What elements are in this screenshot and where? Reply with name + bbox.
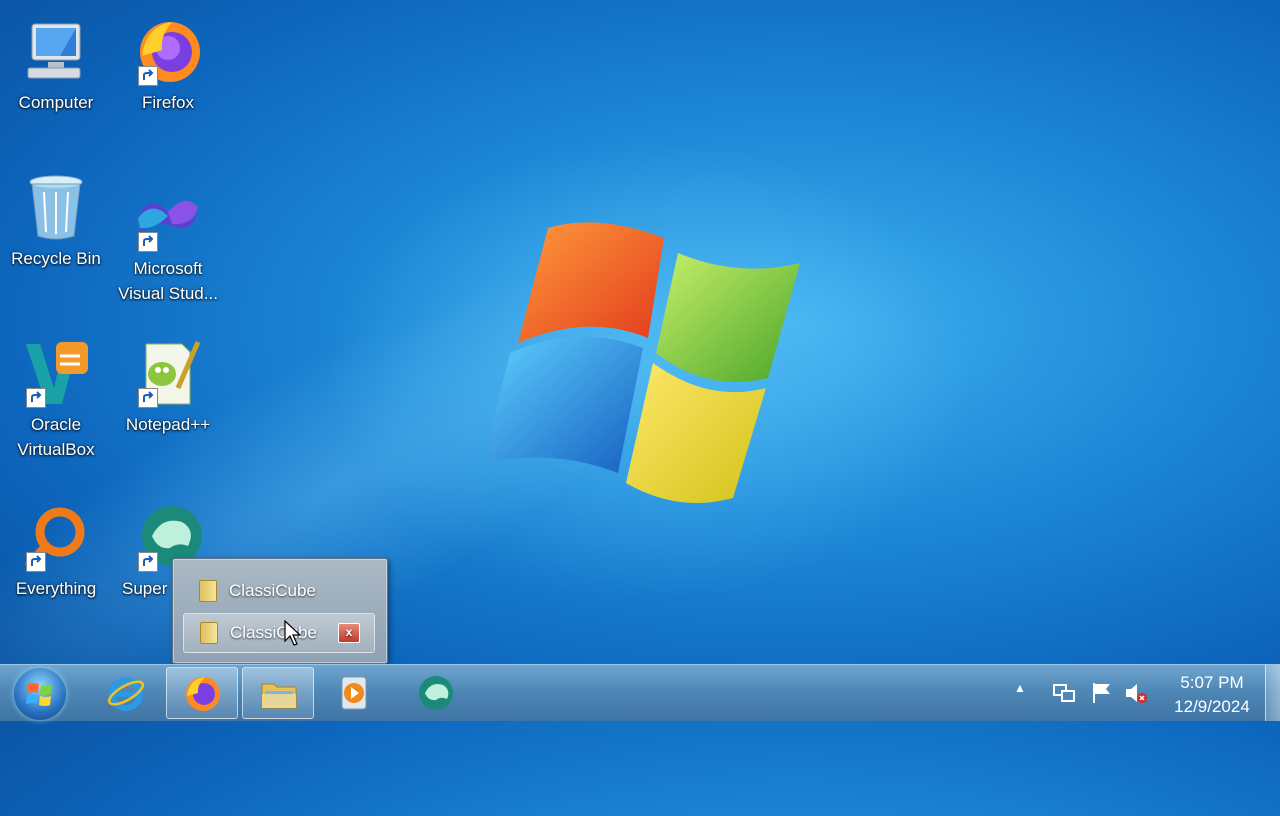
supercopier-icon — [419, 676, 453, 710]
clock-time: 5:07 PM — [1180, 673, 1244, 692]
taskbar-file-explorer[interactable] — [242, 667, 314, 719]
shortcut-arrow-icon — [138, 552, 158, 572]
desktop-icon-visual-studio[interactable]: Microsoft Visual Stud... — [112, 182, 224, 306]
icon-label-line-1: Microsoft — [133, 259, 203, 278]
icon-label: Recycle Bin — [11, 249, 101, 268]
shortcut-arrow-icon — [26, 388, 46, 408]
close-window-button[interactable]: x — [338, 623, 360, 643]
mouse-cursor-icon — [284, 620, 302, 646]
desktop-icon-virtualbox[interactable]: Oracle VirtualBox — [0, 338, 112, 462]
icon-label: Firefox — [142, 93, 194, 112]
desktop-icon-notepad-plus-plus[interactable]: Notepad++ — [112, 338, 224, 437]
icon-label: Notepad++ — [125, 415, 211, 434]
shortcut-arrow-icon — [138, 66, 158, 86]
icon-label: Everything — [15, 579, 97, 598]
window-item-classicube-2[interactable]: ClassiCube x — [183, 613, 375, 653]
show-desktop-button[interactable] — [1265, 665, 1280, 721]
shortcut-arrow-icon — [138, 388, 158, 408]
taskbar: ▲ 5:07 PM 12/9/2024 — [0, 664, 1280, 721]
shortcut-arrow-icon — [26, 552, 46, 572]
icon-label: Computer — [18, 93, 94, 112]
taskbar-window-list-popup: ClassiCube ClassiCube x — [172, 558, 388, 664]
start-button[interactable] — [14, 668, 66, 720]
media-player-icon — [341, 676, 367, 710]
window-item-classicube-1[interactable]: ClassiCube — [183, 571, 375, 611]
window-item-label: ClassiCube — [229, 581, 316, 600]
folder-icon — [199, 580, 217, 602]
show-hidden-icons-button[interactable]: ▲ — [1014, 681, 1026, 695]
shortcut-arrow-icon — [138, 232, 158, 252]
action-center-flag-icon[interactable] — [1090, 681, 1114, 710]
taskbar-firefox[interactable] — [166, 667, 238, 719]
clock-date: 12/9/2024 — [1174, 697, 1250, 716]
desktop-icon-firefox[interactable]: Firefox — [112, 16, 224, 115]
icon-label-line-2: Visual Stud... — [118, 284, 218, 303]
taskbar-internet-explorer[interactable] — [90, 667, 162, 719]
windows-logo — [483, 222, 800, 503]
windows-start-icon — [26, 683, 52, 706]
icon-label-line-2: VirtualBox — [17, 440, 95, 459]
desktop-icon-everything[interactable]: Everything — [0, 502, 112, 601]
recycle-bin-icon — [29, 175, 83, 240]
network-icon[interactable] — [1052, 681, 1076, 710]
computer-icon — [27, 23, 81, 79]
folder-icon — [261, 683, 297, 709]
desktop-icon-computer[interactable]: Computer — [0, 16, 112, 115]
icon-label-line-1: Oracle — [30, 415, 82, 434]
system-clock[interactable]: 5:07 PM 12/9/2024 — [1160, 671, 1264, 719]
internet-explorer-icon — [107, 677, 145, 711]
volume-muted-icon[interactable] — [1124, 681, 1148, 710]
taskbar-supercopier[interactable] — [400, 667, 472, 719]
taskbar-media-player[interactable] — [318, 667, 390, 719]
desktop-icon-recycle-bin[interactable]: Recycle Bin — [0, 172, 112, 271]
firefox-icon — [186, 677, 220, 711]
folder-icon — [200, 622, 218, 644]
